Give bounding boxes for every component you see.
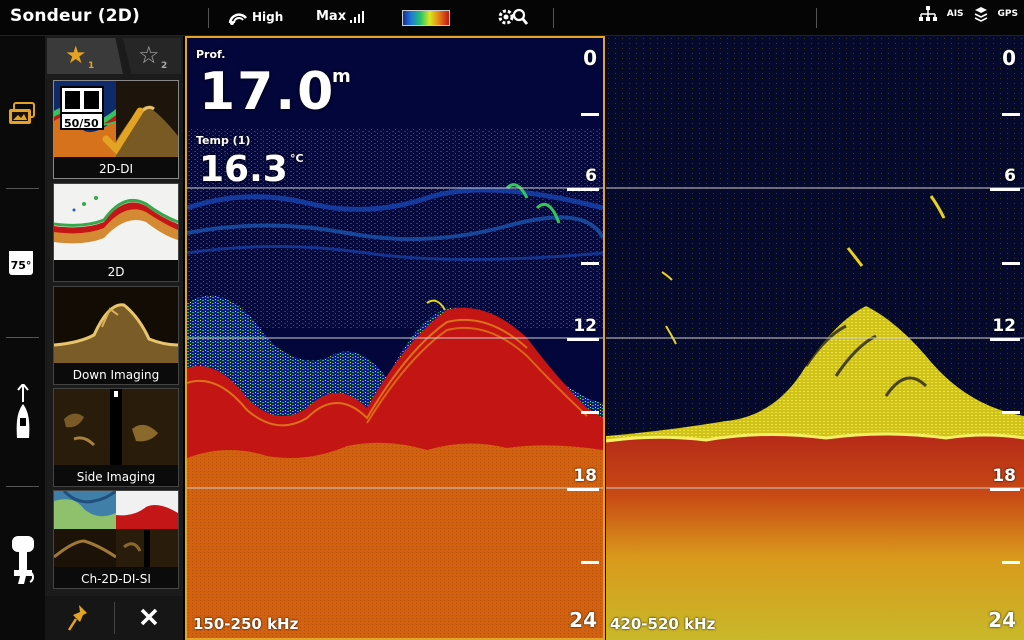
close-icon [140, 608, 158, 626]
depth-unit: m [332, 66, 351, 87]
depth-scale-6: 6 [1004, 166, 1016, 186]
temp-unit: °C [290, 152, 304, 165]
boat-heading-icon [16, 382, 30, 438]
outboard-motor-icon [12, 536, 34, 584]
temperature-text: 75° [11, 259, 32, 272]
ping-speed-icon [228, 13, 247, 25]
tile-label: Side Imaging [76, 470, 156, 484]
frequency-label: 150-250 kHz [193, 615, 299, 633]
settings-button[interactable] [497, 6, 529, 28]
star-outline-icon: ☆ [138, 41, 160, 69]
ping-speed-label: High [252, 10, 284, 24]
temperature-button[interactable]: 75° [8, 250, 34, 280]
depth-scale-18: 18 [573, 466, 597, 486]
gear-search-icon [498, 8, 529, 25]
depth-scale-12: 12 [992, 316, 1016, 336]
ais-label: AIS [946, 9, 964, 19]
divider [6, 188, 39, 189]
tile-label: 2D [107, 265, 125, 279]
sensitivity-label: Max [316, 9, 347, 24]
tile-label: Ch-2D-DI-SI [81, 572, 151, 586]
thumbnail-down-imaging [54, 287, 178, 363]
star-filled-icon: ★ [65, 41, 87, 69]
network-icon [918, 6, 937, 21]
view-tile-down-imaging[interactable]: Down Imaging [53, 286, 179, 385]
views-button[interactable] [8, 102, 36, 130]
left-rail: 75° [0, 36, 45, 640]
ping-speed-button[interactable]: High [228, 9, 283, 25]
heading-button[interactable] [14, 382, 32, 444]
temp-value: 16.3 [199, 149, 288, 190]
views-stack-icon [9, 102, 35, 124]
tile-label: 2D-DI [99, 162, 133, 176]
thumbnail-side-imaging [54, 389, 178, 465]
tile-label: Down Imaging [72, 368, 160, 382]
close-button[interactable] [139, 607, 159, 631]
color-palette-swatch[interactable] [402, 10, 450, 26]
sonar-pane-down-imaging[interactable]: 0 6 12 18 24 420-520 kHz [606, 36, 1024, 640]
pin-icon [67, 605, 87, 631]
view-tile-ch-2d-di-si[interactable]: Ch-2D-DI-SI [53, 490, 179, 589]
sensitivity-button[interactable]: Max [316, 9, 365, 24]
depth-value: 17.0 [199, 62, 336, 122]
top-bar: Sondeur (2D) High Max AIS GPS [0, 0, 1024, 36]
sonar-image-2d [187, 38, 603, 638]
temperature-75-icon: 75° [9, 251, 33, 275]
layers-icon [974, 7, 987, 22]
motor-button[interactable] [10, 534, 36, 590]
page-title: Sondeur (2D) [10, 6, 141, 26]
divider [553, 8, 554, 28]
favorites-tabs: ★ 1 ☆ 2 [45, 36, 183, 76]
signal-bars-icon [350, 10, 365, 23]
view-tile-2d[interactable]: 2D [53, 183, 179, 282]
divider [6, 337, 39, 338]
divider [6, 486, 39, 487]
tab-1-number: 1 [88, 61, 95, 71]
depth-scale-18: 18 [992, 466, 1016, 486]
panel-footer [45, 596, 183, 640]
depth-scale-12: 12 [573, 316, 597, 336]
depth-scale-6: 6 [585, 166, 597, 186]
favorites-panel: ★ 1 ☆ 2 50/50 2D-DI 2D Down Imaging Side… [45, 36, 183, 640]
depth-scale-0: 0 [583, 46, 597, 70]
pin-button[interactable] [67, 604, 91, 636]
thumbnail-2d [54, 184, 178, 260]
sonar-image-di [606, 36, 1024, 640]
tab-2-number: 2 [161, 61, 168, 71]
status-icons: AIS GPS [918, 6, 1018, 22]
depth-scale-0: 0 [1002, 46, 1016, 70]
gps-label: GPS [997, 9, 1018, 19]
depth-scale-24: 24 [569, 608, 597, 632]
thumbnail-ch-2d-di-si [54, 491, 178, 567]
temp-label: Temp (1) [196, 134, 251, 147]
depth-label: Prof. [196, 48, 226, 61]
view-tile-2d-di[interactable]: 50/50 2D-DI [53, 80, 179, 179]
view-tile-side-imaging[interactable]: Side Imaging [53, 388, 179, 487]
divider [816, 8, 817, 28]
divider [114, 602, 115, 634]
divider [208, 8, 209, 28]
depth-scale-24: 24 [988, 608, 1016, 632]
layout-badge: 50/50 [64, 117, 99, 130]
sonar-pane-2d[interactable]: Prof. 17.0 m Temp (1) 16.3 °C 0 6 12 18 … [185, 36, 605, 640]
frequency-label: 420-520 kHz [610, 615, 716, 633]
